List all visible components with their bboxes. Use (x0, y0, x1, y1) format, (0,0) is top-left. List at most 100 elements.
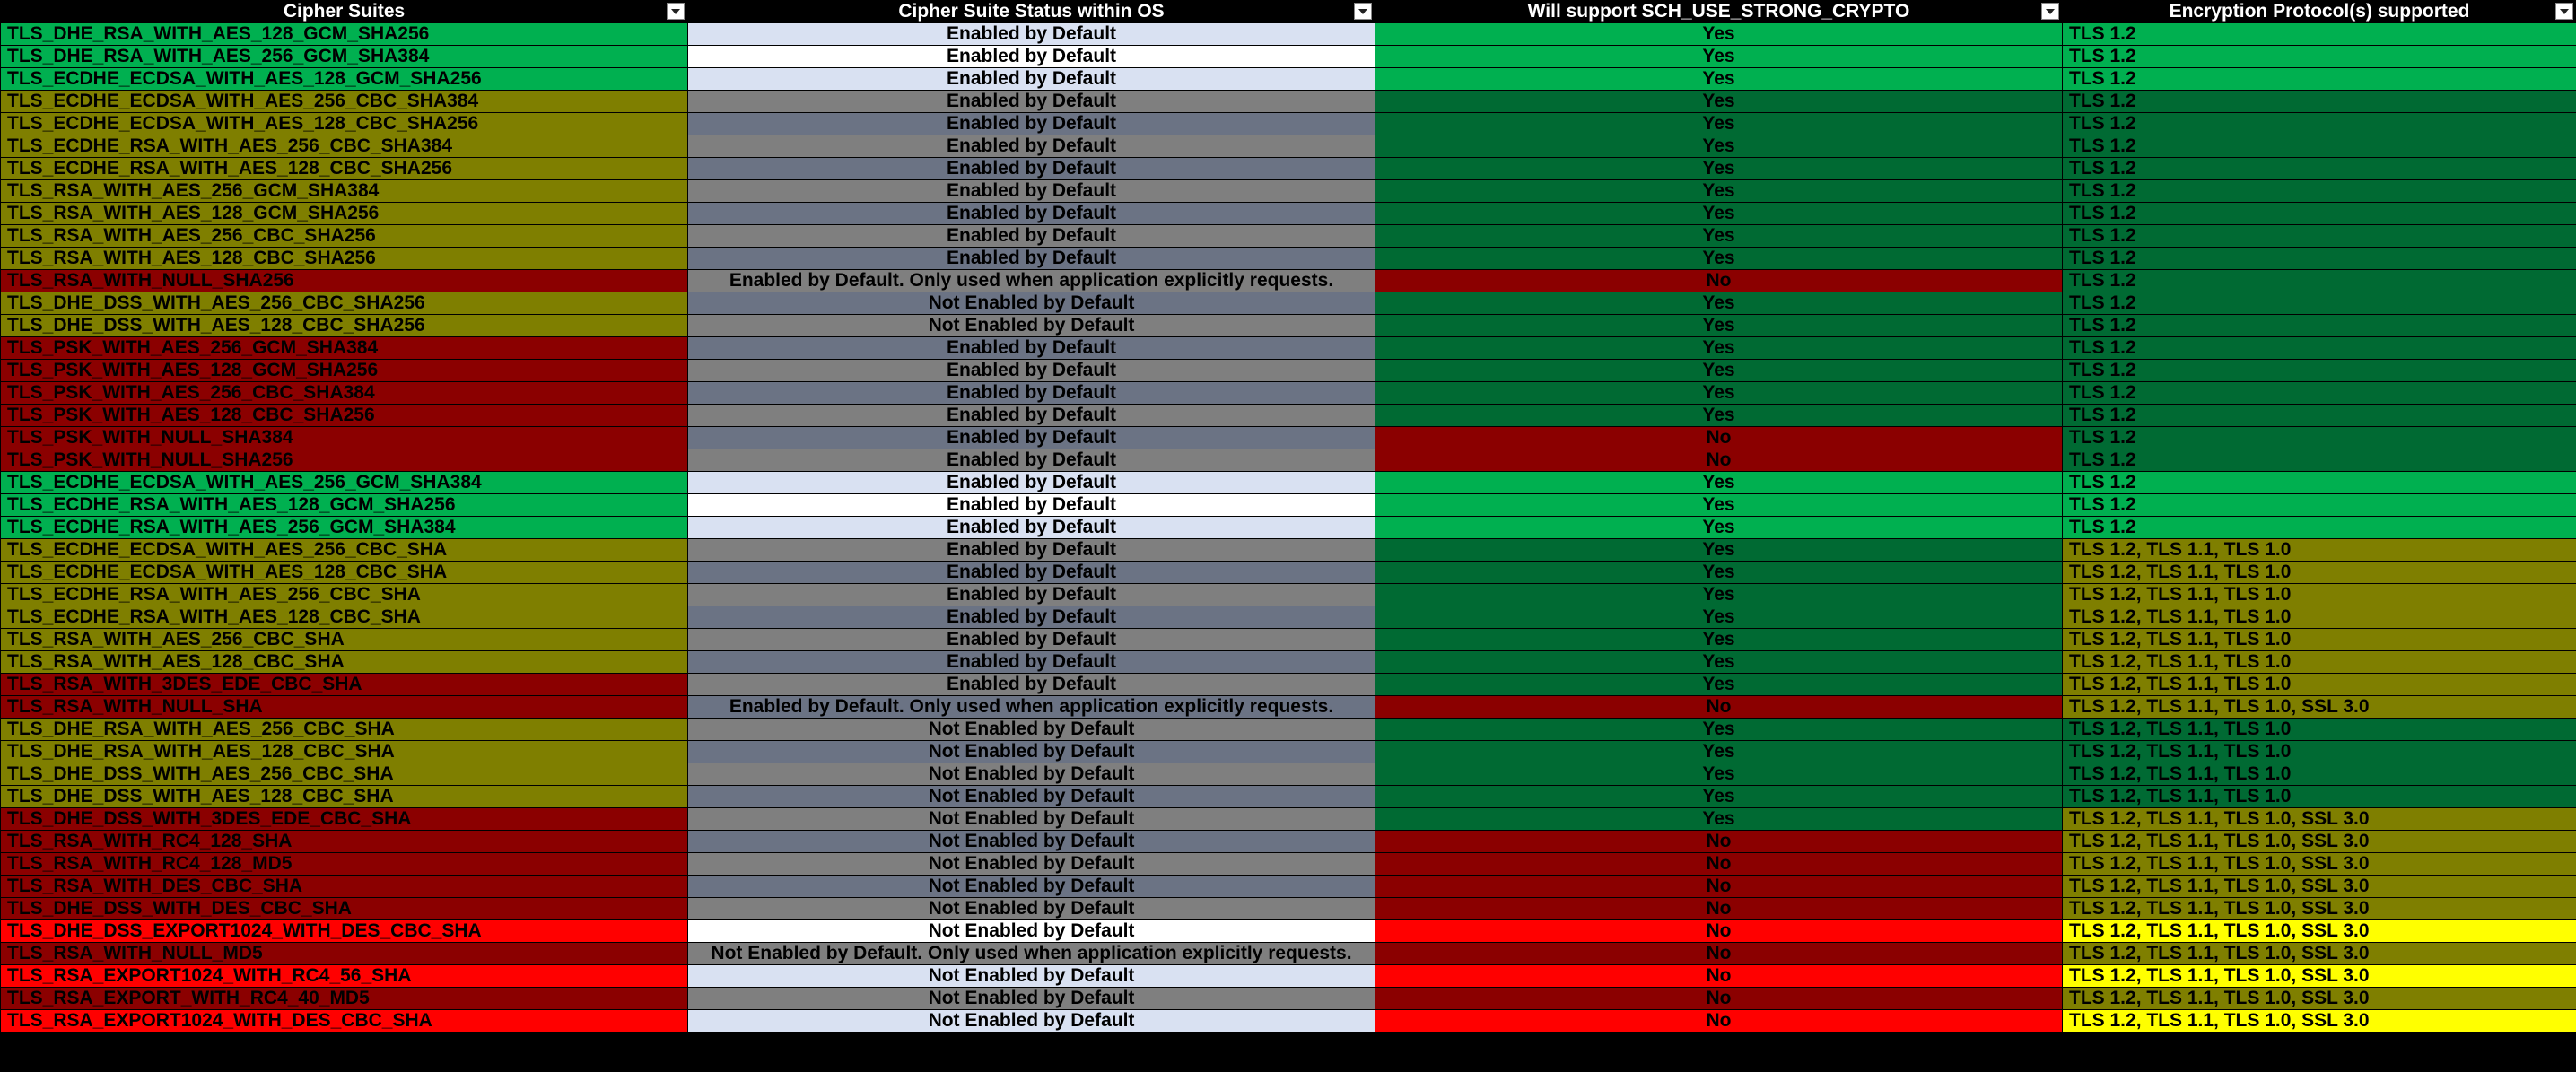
cell-protocols[interactable]: TLS 1.2, TLS 1.1, TLS 1.0, SSL 3.0 (2062, 875, 2576, 898)
cell-status[interactable]: Enabled by Default (687, 336, 1375, 360)
cell-protocols[interactable]: TLS 1.2 (2062, 292, 2576, 315)
cell-strong-crypto[interactable]: Yes (1375, 718, 2063, 741)
cell-strong-crypto[interactable]: No (1375, 269, 2063, 292)
cell-protocols[interactable]: TLS 1.2 (2062, 449, 2576, 472)
cell-cipher-suite[interactable]: TLS_RSA_WITH_3DES_EDE_CBC_SHA (0, 673, 688, 696)
cell-status[interactable]: Not Enabled by Default (687, 292, 1375, 315)
cell-strong-crypto[interactable]: Yes (1375, 112, 2063, 135)
cell-status[interactable]: Enabled by Default (687, 112, 1375, 135)
cell-cipher-suite[interactable]: TLS_ECDHE_ECDSA_WITH_AES_128_GCM_SHA256 (0, 67, 688, 91)
filter-dropdown-icon[interactable] (1354, 3, 1372, 20)
cell-protocols[interactable]: TLS 1.2 (2062, 314, 2576, 337)
cell-protocols[interactable]: TLS 1.2, TLS 1.1, TLS 1.0, SSL 3.0 (2062, 964, 2576, 988)
cell-protocols[interactable]: TLS 1.2, TLS 1.1, TLS 1.0 (2062, 785, 2576, 808)
cell-strong-crypto[interactable]: Yes (1375, 381, 2063, 405)
cell-strong-crypto[interactable]: No (1375, 919, 2063, 943)
cell-status[interactable]: Enabled by Default (687, 650, 1375, 674)
cell-cipher-suite[interactable]: TLS_DHE_DSS_WITH_AES_256_CBC_SHA (0, 763, 688, 786)
cell-status[interactable]: Enabled by Default (687, 516, 1375, 539)
cell-cipher-suite[interactable]: TLS_RSA_EXPORT_WITH_RC4_40_MD5 (0, 987, 688, 1010)
cell-protocols[interactable]: TLS 1.2 (2062, 67, 2576, 91)
cell-protocols[interactable]: TLS 1.2, TLS 1.1, TLS 1.0 (2062, 763, 2576, 786)
cell-protocols[interactable]: TLS 1.2 (2062, 359, 2576, 382)
cell-protocols[interactable]: TLS 1.2 (2062, 381, 2576, 405)
cell-status[interactable]: Enabled by Default (687, 381, 1375, 405)
cell-protocols[interactable]: TLS 1.2, TLS 1.1, TLS 1.0 (2062, 538, 2576, 562)
cell-strong-crypto[interactable]: No (1375, 1009, 2063, 1033)
cell-status[interactable]: Enabled by Default (687, 224, 1375, 248)
cell-status[interactable]: Not Enabled by Default (687, 785, 1375, 808)
cell-status[interactable]: Enabled by Default. Only used when appli… (687, 269, 1375, 292)
cell-protocols[interactable]: TLS 1.2, TLS 1.1, TLS 1.0 (2062, 673, 2576, 696)
cell-status[interactable]: Enabled by Default (687, 45, 1375, 68)
cell-protocols[interactable]: TLS 1.2, TLS 1.1, TLS 1.0 (2062, 628, 2576, 651)
cell-cipher-suite[interactable]: TLS_RSA_WITH_AES_256_GCM_SHA384 (0, 179, 688, 203)
cell-status[interactable]: Not Enabled by Default. Only used when a… (687, 942, 1375, 965)
cell-strong-crypto[interactable]: No (1375, 426, 2063, 449)
cell-cipher-suite[interactable]: TLS_PSK_WITH_NULL_SHA256 (0, 449, 688, 472)
cell-strong-crypto[interactable]: Yes (1375, 471, 2063, 494)
cell-protocols[interactable]: TLS 1.2 (2062, 202, 2576, 225)
cell-protocols[interactable]: TLS 1.2 (2062, 135, 2576, 158)
cell-strong-crypto[interactable]: Yes (1375, 22, 2063, 46)
cell-status[interactable]: Enabled by Default (687, 426, 1375, 449)
cell-protocols[interactable]: TLS 1.2, TLS 1.1, TLS 1.0, SSL 3.0 (2062, 852, 2576, 876)
cell-cipher-suite[interactable]: TLS_RSA_EXPORT1024_WITH_DES_CBC_SHA (0, 1009, 688, 1033)
cell-strong-crypto[interactable]: Yes (1375, 628, 2063, 651)
cell-status[interactable]: Not Enabled by Default (687, 763, 1375, 786)
cell-cipher-suite[interactable]: TLS_RSA_WITH_NULL_MD5 (0, 942, 688, 965)
cell-status[interactable]: Not Enabled by Default (687, 897, 1375, 920)
cell-status[interactable]: Not Enabled by Default (687, 1009, 1375, 1033)
cell-strong-crypto[interactable]: Yes (1375, 516, 2063, 539)
cell-cipher-suite[interactable]: TLS_ECDHE_RSA_WITH_AES_256_CBC_SHA384 (0, 135, 688, 158)
cell-status[interactable]: Enabled by Default (687, 538, 1375, 562)
cell-protocols[interactable]: TLS 1.2 (2062, 112, 2576, 135)
cell-status[interactable]: Enabled by Default (687, 404, 1375, 427)
cell-strong-crypto[interactable]: Yes (1375, 202, 2063, 225)
cell-strong-crypto[interactable]: Yes (1375, 67, 2063, 91)
cell-cipher-suite[interactable]: TLS_PSK_WITH_AES_128_GCM_SHA256 (0, 359, 688, 382)
cell-protocols[interactable]: TLS 1.2, TLS 1.1, TLS 1.0, SSL 3.0 (2062, 1009, 2576, 1033)
cell-cipher-suite[interactable]: TLS_ECDHE_RSA_WITH_AES_128_GCM_SHA256 (0, 493, 688, 517)
cell-protocols[interactable]: TLS 1.2 (2062, 336, 2576, 360)
cell-strong-crypto[interactable]: Yes (1375, 135, 2063, 158)
cell-strong-crypto[interactable]: No (1375, 830, 2063, 853)
cell-cipher-suite[interactable]: TLS_DHE_DSS_WITH_3DES_EDE_CBC_SHA (0, 807, 688, 831)
cell-protocols[interactable]: TLS 1.2, TLS 1.1, TLS 1.0 (2062, 650, 2576, 674)
cell-protocols[interactable]: TLS 1.2, TLS 1.1, TLS 1.0, SSL 3.0 (2062, 942, 2576, 965)
cell-strong-crypto[interactable]: Yes (1375, 359, 2063, 382)
cell-strong-crypto[interactable]: Yes (1375, 561, 2063, 584)
cell-cipher-suite[interactable]: TLS_DHE_RSA_WITH_AES_256_CBC_SHA (0, 718, 688, 741)
cell-status[interactable]: Enabled by Default (687, 157, 1375, 180)
filter-dropdown-icon[interactable] (2555, 3, 2573, 20)
cell-status[interactable]: Not Enabled by Default (687, 875, 1375, 898)
cell-cipher-suite[interactable]: TLS_ECDHE_ECDSA_WITH_AES_256_GCM_SHA384 (0, 471, 688, 494)
filter-dropdown-icon[interactable] (667, 3, 685, 20)
cell-protocols[interactable]: TLS 1.2 (2062, 404, 2576, 427)
cell-cipher-suite[interactable]: TLS_RSA_WITH_RC4_128_MD5 (0, 852, 688, 876)
cell-cipher-suite[interactable]: TLS_ECDHE_RSA_WITH_AES_128_CBC_SHA256 (0, 157, 688, 180)
cell-status[interactable]: Not Enabled by Default (687, 964, 1375, 988)
cell-cipher-suite[interactable]: TLS_PSK_WITH_AES_256_CBC_SHA384 (0, 381, 688, 405)
cell-cipher-suite[interactable]: TLS_PSK_WITH_AES_256_GCM_SHA384 (0, 336, 688, 360)
cell-status[interactable]: Enabled by Default (687, 202, 1375, 225)
cell-cipher-suite[interactable]: TLS_DHE_DSS_WITH_AES_128_CBC_SHA256 (0, 314, 688, 337)
cell-protocols[interactable]: TLS 1.2 (2062, 269, 2576, 292)
cell-protocols[interactable]: TLS 1.2, TLS 1.1, TLS 1.0 (2062, 583, 2576, 606)
cell-strong-crypto[interactable]: No (1375, 875, 2063, 898)
cell-status[interactable]: Not Enabled by Default (687, 718, 1375, 741)
cell-cipher-suite[interactable]: TLS_DHE_DSS_WITH_DES_CBC_SHA (0, 897, 688, 920)
cell-strong-crypto[interactable]: Yes (1375, 740, 2063, 763)
cell-protocols[interactable]: TLS 1.2, TLS 1.1, TLS 1.0, SSL 3.0 (2062, 897, 2576, 920)
cell-status[interactable]: Enabled by Default (687, 628, 1375, 651)
cell-strong-crypto[interactable]: Yes (1375, 224, 2063, 248)
cell-status[interactable]: Not Enabled by Default (687, 740, 1375, 763)
cell-cipher-suite[interactable]: TLS_DHE_RSA_WITH_AES_256_GCM_SHA384 (0, 45, 688, 68)
cell-cipher-suite[interactable]: TLS_RSA_WITH_AES_256_CBC_SHA256 (0, 224, 688, 248)
cell-protocols[interactable]: TLS 1.2 (2062, 179, 2576, 203)
cell-status[interactable]: Enabled by Default (687, 493, 1375, 517)
cell-status[interactable]: Enabled by Default (687, 67, 1375, 91)
cell-cipher-suite[interactable]: TLS_DHE_RSA_WITH_AES_128_CBC_SHA (0, 740, 688, 763)
cell-protocols[interactable]: TLS 1.2 (2062, 22, 2576, 46)
cell-cipher-suite[interactable]: TLS_ECDHE_ECDSA_WITH_AES_256_CBC_SHA384 (0, 90, 688, 113)
